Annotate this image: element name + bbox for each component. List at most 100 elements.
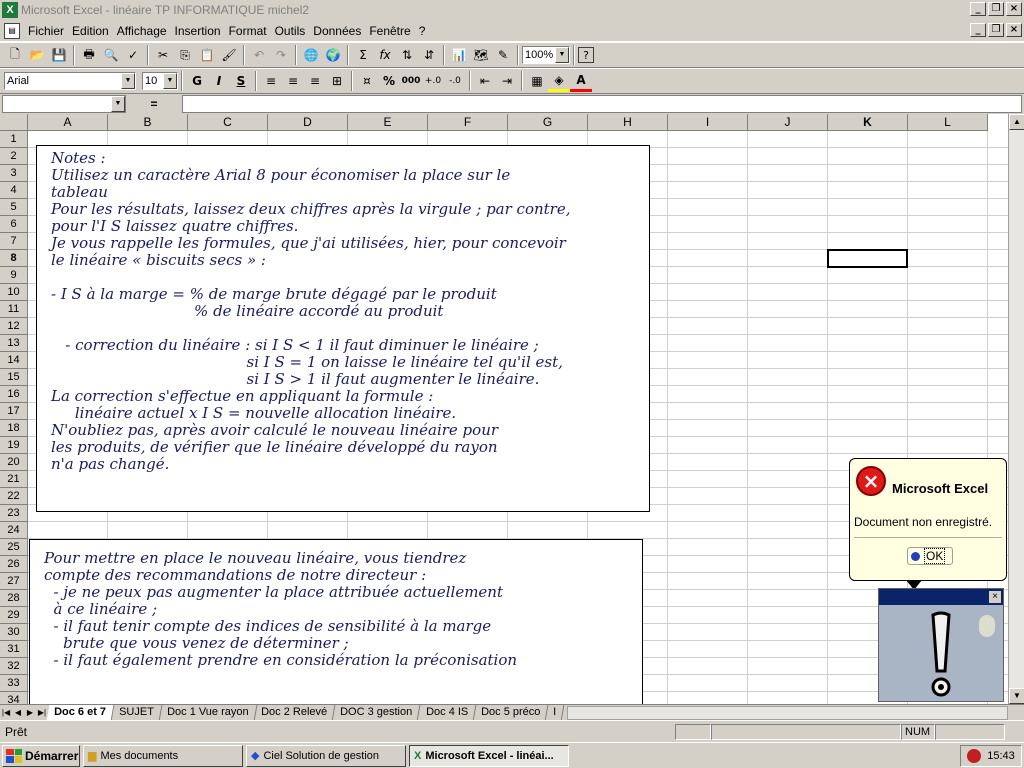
font-color-icon[interactable]: A bbox=[570, 70, 592, 92]
close-button[interactable]: × bbox=[1006, 2, 1022, 16]
tab-sujet[interactable]: SUJET bbox=[111, 704, 163, 721]
cut-icon[interactable]: ✂ bbox=[152, 44, 174, 66]
borders-icon[interactable]: ▦ bbox=[526, 70, 548, 92]
underline-button[interactable]: S bbox=[230, 70, 252, 92]
help-icon[interactable]: ? bbox=[578, 47, 594, 63]
handwritten-note-1[interactable]: Notes : Utilisez un caractère Arial 8 pou… bbox=[36, 145, 650, 512]
ok-button[interactable]: OK bbox=[907, 547, 953, 565]
row-header[interactable]: 12 bbox=[0, 318, 28, 335]
menu-fichier[interactable]: Fichier bbox=[24, 22, 68, 40]
formula-equals[interactable]: = bbox=[126, 97, 182, 111]
minimize-button[interactable]: _ bbox=[970, 2, 986, 16]
task-excel[interactable]: X Microsoft Excel - linéai... bbox=[409, 744, 569, 767]
tab-doc1[interactable]: Doc 1 Vue rayon bbox=[159, 704, 257, 721]
lightbulb-icon[interactable] bbox=[979, 615, 995, 637]
fill-color-icon[interactable]: ◈ bbox=[548, 70, 570, 92]
row-header[interactable]: 8 bbox=[0, 250, 28, 267]
row-header[interactable]: 30 bbox=[0, 624, 28, 641]
scroll-down-button[interactable]: ▼ bbox=[1009, 688, 1024, 704]
tab-doc2[interactable]: Doc 2 Relevé bbox=[253, 704, 336, 721]
vertical-scrollbar[interactable]: ▲ ▼ bbox=[1008, 114, 1024, 704]
row-header[interactable]: 23 bbox=[0, 505, 28, 522]
row-header[interactable]: 20 bbox=[0, 454, 28, 471]
row-header[interactable]: 15 bbox=[0, 369, 28, 386]
menu-outils[interactable]: Outils bbox=[271, 22, 310, 40]
active-cell[interactable] bbox=[827, 249, 908, 268]
sort-ascending-icon[interactable]: ⇅ bbox=[396, 44, 418, 66]
undo-icon[interactable]: ↶ bbox=[248, 44, 270, 66]
new-icon[interactable]: 🗋 bbox=[4, 44, 26, 66]
name-box[interactable]: ▼ bbox=[2, 95, 126, 113]
print-preview-icon[interactable]: 🔍 bbox=[100, 44, 122, 66]
menu-insertion[interactable]: Insertion bbox=[171, 22, 225, 40]
row-header[interactable]: 25 bbox=[0, 539, 28, 556]
menu-fenetre[interactable]: Fenêtre bbox=[365, 22, 414, 40]
spelling-icon[interactable]: ✓ bbox=[122, 44, 144, 66]
column-header[interactable]: K bbox=[828, 114, 908, 131]
menu-edition[interactable]: Edition bbox=[68, 22, 113, 40]
format-painter-icon[interactable]: 🖌 bbox=[218, 44, 240, 66]
font-size-select[interactable]: 10 ▼ bbox=[142, 72, 178, 90]
column-header[interactable]: I bbox=[668, 114, 748, 131]
select-all-corner[interactable] bbox=[0, 114, 28, 131]
function-icon[interactable]: fx bbox=[374, 44, 396, 66]
tab-first-icon[interactable]: |◀ bbox=[0, 706, 12, 720]
increase-decimal-icon[interactable]: +.0 bbox=[422, 70, 444, 92]
row-header[interactable]: 2 bbox=[0, 148, 28, 165]
row-header[interactable]: 11 bbox=[0, 301, 28, 318]
web-toolbar-icon[interactable]: 🌍 bbox=[322, 44, 344, 66]
paste-icon[interactable]: 📋 bbox=[196, 44, 218, 66]
increase-indent-icon[interactable]: ⇥ bbox=[496, 70, 518, 92]
thousands-button[interactable]: 000 bbox=[400, 70, 422, 92]
copy-icon[interactable]: ⎘ bbox=[174, 44, 196, 66]
start-button[interactable]: Démarrer bbox=[2, 744, 80, 767]
row-header[interactable]: 22 bbox=[0, 488, 28, 505]
document-icon[interactable]: ▤ bbox=[4, 22, 20, 39]
row-header[interactable]: 26 bbox=[0, 556, 28, 573]
task-mes-documents[interactable]: ▆ Mes documents bbox=[83, 744, 243, 767]
align-left-icon[interactable]: ≡ bbox=[260, 70, 282, 92]
menu-affichage[interactable]: Affichage bbox=[113, 22, 171, 40]
excel-app-icon[interactable]: X bbox=[2, 2, 18, 18]
column-header[interactable]: H bbox=[588, 114, 668, 131]
drawing-icon[interactable]: ✎ bbox=[492, 44, 514, 66]
sort-descending-icon[interactable]: ⇵ bbox=[418, 44, 440, 66]
decrease-indent-icon[interactable]: ⇤ bbox=[474, 70, 496, 92]
decrease-decimal-icon[interactable]: -.0 bbox=[444, 70, 466, 92]
open-icon[interactable]: 📂 bbox=[26, 44, 48, 66]
office-assistant[interactable]: × bbox=[878, 588, 1004, 702]
menu-format[interactable]: Format bbox=[225, 22, 271, 40]
tab-prev-icon[interactable]: ◀ bbox=[12, 706, 24, 720]
column-header[interactable]: F bbox=[428, 114, 508, 131]
chart-wizard-icon[interactable]: 📊 bbox=[448, 44, 470, 66]
restore-button[interactable]: ❐ bbox=[988, 2, 1004, 16]
row-header[interactable]: 6 bbox=[0, 216, 28, 233]
horizontal-scrollbar[interactable] bbox=[567, 705, 1008, 720]
row-header[interactable]: 19 bbox=[0, 437, 28, 454]
row-header[interactable]: 7 bbox=[0, 233, 28, 250]
row-header[interactable]: 13 bbox=[0, 335, 28, 352]
row-header[interactable]: 9 bbox=[0, 267, 28, 284]
italic-button[interactable]: I bbox=[208, 70, 230, 92]
column-header[interactable]: B bbox=[108, 114, 188, 131]
doc-close-button[interactable]: × bbox=[1006, 23, 1022, 37]
column-header[interactable]: D bbox=[268, 114, 348, 131]
scroll-up-button[interactable]: ▲ bbox=[1009, 114, 1024, 130]
row-header[interactable]: 34 bbox=[0, 692, 28, 704]
map-icon[interactable]: 🗺 bbox=[470, 44, 492, 66]
task-ciel[interactable]: ◆ Ciel Solution de gestion bbox=[246, 744, 406, 767]
row-header[interactable]: 3 bbox=[0, 165, 28, 182]
redo-icon[interactable]: ↷ bbox=[270, 44, 292, 66]
tab-more[interactable]: I bbox=[545, 704, 565, 721]
doc-minimize-button[interactable]: _ bbox=[970, 23, 986, 37]
autosum-icon[interactable]: Σ bbox=[352, 44, 374, 66]
row-header[interactable]: 27 bbox=[0, 573, 28, 590]
spreadsheet-grid[interactable]: ABCDEFGHIJKL 1 2 3 4 5 6 7 8 9 10 11 12 13 14 15 16 17 18… bbox=[0, 114, 1024, 704]
align-center-icon[interactable]: ≡ bbox=[282, 70, 304, 92]
column-header[interactable]: L bbox=[908, 114, 988, 131]
column-header[interactable]: E bbox=[348, 114, 428, 131]
column-header[interactable]: G bbox=[508, 114, 588, 131]
row-header[interactable]: 32 bbox=[0, 658, 28, 675]
align-right-icon[interactable]: ≡ bbox=[304, 70, 326, 92]
currency-icon[interactable]: ¤ bbox=[356, 70, 378, 92]
